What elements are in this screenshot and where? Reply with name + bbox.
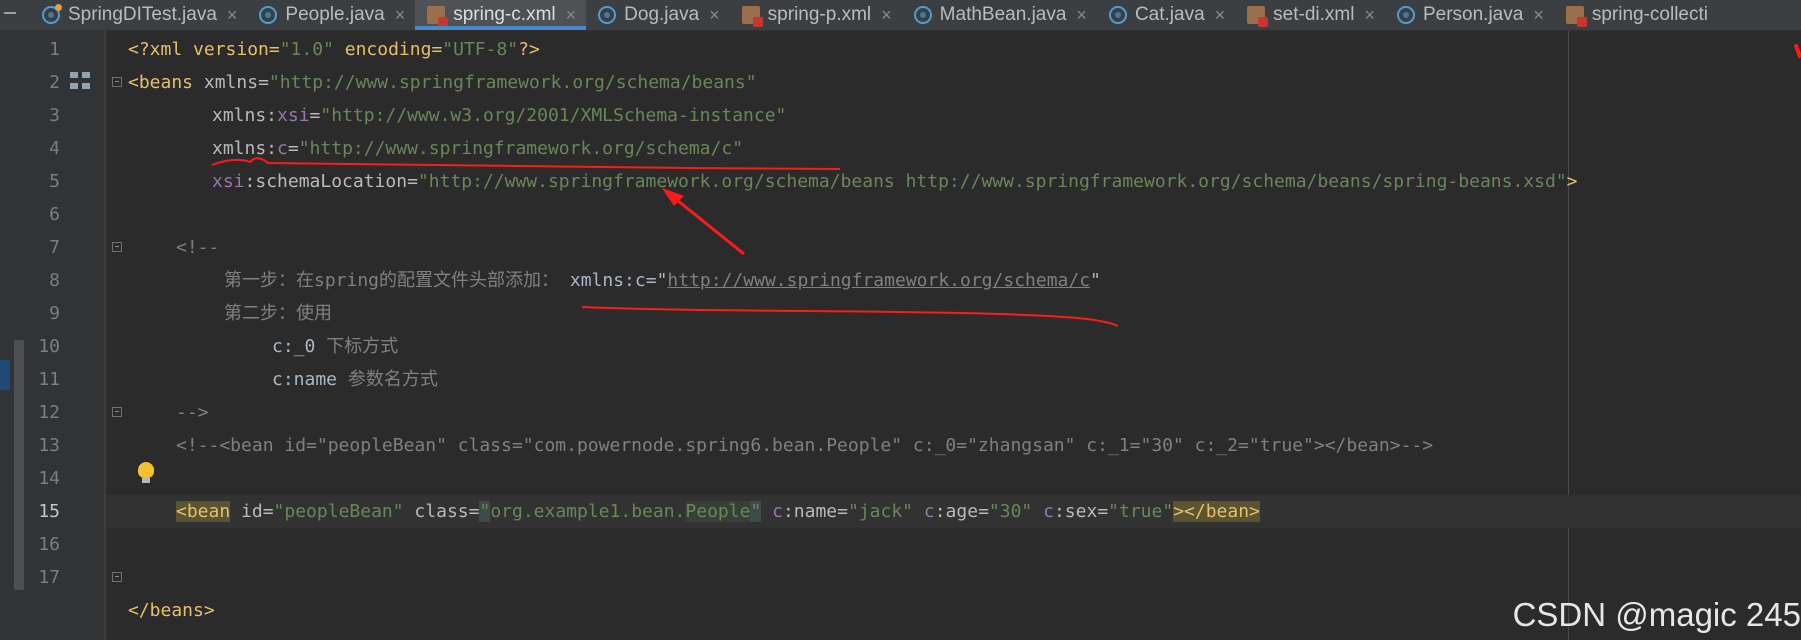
java-class-icon bbox=[913, 6, 932, 24]
code-line-3: xmlns:xsi="http://www.w3.org/2001/XMLSch… bbox=[212, 105, 787, 126]
line-number[interactable]: 13 bbox=[24, 429, 60, 462]
code-line-1: <?xml version="1.0" encoding="UTF-8"?> bbox=[128, 39, 540, 60]
tab-label: spring-collecti bbox=[1591, 4, 1708, 25]
tab-label: spring-p.xml bbox=[767, 4, 872, 25]
close-icon[interactable]: × bbox=[227, 5, 238, 26]
tab-set-di-xml[interactable]: set-di.xml × bbox=[1235, 0, 1385, 30]
line-number[interactable]: 8 bbox=[24, 264, 60, 297]
code-line-10: c:_0 下标方式 bbox=[272, 336, 399, 357]
line-number[interactable]: 14 bbox=[24, 462, 60, 495]
line-number[interactable]: 17 bbox=[24, 561, 60, 594]
tab-mathbean-java[interactable]: MathBean.java × bbox=[902, 0, 1097, 30]
close-icon[interactable]: × bbox=[1364, 5, 1375, 26]
editor-tab-bar: SpringDITest.java × People.java × spring… bbox=[0, 0, 1801, 31]
tab-cat-java[interactable]: Cat.java × bbox=[1097, 0, 1235, 30]
line-number[interactable]: 2 bbox=[24, 66, 60, 99]
watermark: CSDN @magic 245 bbox=[1512, 596, 1801, 633]
close-icon[interactable]: × bbox=[566, 5, 577, 26]
tab-label: Person.java bbox=[1422, 4, 1524, 25]
tab-label: Dog.java bbox=[624, 4, 700, 25]
close-icon[interactable]: × bbox=[881, 5, 892, 26]
code-line-5: xsi:schemaLocation="http://www.springfra… bbox=[212, 171, 1578, 192]
code-line-8: 第一步：在spring的配置文件头部添加： xmlns:c="http://ww… bbox=[224, 270, 1101, 291]
spring-xml-icon bbox=[741, 6, 763, 27]
java-class-icon bbox=[1396, 6, 1415, 24]
line-number[interactable]: 9 bbox=[24, 297, 60, 330]
spring-xml-icon bbox=[427, 6, 449, 27]
tab-springditest-java[interactable]: SpringDITest.java × bbox=[30, 0, 247, 30]
tab-label: set-di.xml bbox=[1273, 4, 1355, 25]
code-line-15-current: <bean id="peopleBean" class="org.example… bbox=[106, 495, 1801, 528]
spring-xml-icon bbox=[1565, 6, 1587, 27]
code-line-7: <!-- bbox=[176, 237, 220, 258]
close-icon[interactable]: × bbox=[1076, 5, 1087, 26]
code-line-4: xmlns:c="http://www.springframework.org/… bbox=[212, 138, 744, 159]
tab-spring-c-xml[interactable]: spring-c.xml × bbox=[415, 0, 587, 30]
tab-dog-java[interactable]: Dog.java × bbox=[586, 0, 730, 30]
close-icon[interactable]: × bbox=[1533, 5, 1544, 26]
java-class-icon bbox=[598, 6, 617, 24]
line-number[interactable]: 1 bbox=[24, 33, 60, 66]
tab-people-java[interactable]: People.java × bbox=[247, 0, 415, 30]
line-number[interactable]: 5 bbox=[24, 165, 60, 198]
tab-spring-p-xml[interactable]: spring-p.xml × bbox=[730, 0, 902, 30]
spring-bean-gutter-icon[interactable] bbox=[70, 70, 92, 92]
code-line-11: c:name 参数名方式 bbox=[272, 369, 438, 390]
tab-label: People.java bbox=[285, 4, 385, 25]
close-icon[interactable]: × bbox=[709, 5, 720, 26]
close-icon[interactable]: × bbox=[1215, 5, 1226, 26]
code-line-9: 第二步：使用 bbox=[224, 303, 332, 324]
line-number[interactable]: 16 bbox=[24, 528, 60, 561]
tab-label: MathBean.java bbox=[939, 4, 1067, 25]
code-editor[interactable]: <?xml version="1.0" encoding="UTF-8"?> <… bbox=[106, 31, 1801, 640]
java-class-icon bbox=[1108, 6, 1127, 24]
minus-icon bbox=[4, 12, 16, 14]
line-number[interactable]: 7 bbox=[24, 231, 60, 264]
line-number[interactable]: 11 bbox=[24, 363, 60, 396]
spring-xml-icon bbox=[1247, 6, 1269, 27]
line-number-current[interactable]: 15 bbox=[24, 495, 60, 528]
line-number[interactable]: 6 bbox=[24, 198, 60, 231]
tab-person-java[interactable]: Person.java × bbox=[1385, 0, 1554, 30]
line-number[interactable]: 3 bbox=[24, 99, 60, 132]
tab-label: spring-c.xml bbox=[453, 4, 556, 25]
code-line-2: <beans xmlns="http://www.springframework… bbox=[128, 72, 757, 93]
java-test-class-icon bbox=[42, 4, 62, 24]
line-number[interactable]: 10 bbox=[24, 330, 60, 363]
line-number[interactable]: 12 bbox=[24, 396, 60, 429]
tab-overflow-menu[interactable] bbox=[0, 0, 30, 30]
scrollbar-thumb[interactable] bbox=[14, 340, 24, 590]
tab-label: Cat.java bbox=[1134, 4, 1205, 25]
tab-spring-collection-xml[interactable]: spring-collecti bbox=[1554, 0, 1718, 30]
close-icon[interactable]: × bbox=[395, 5, 406, 26]
code-line-12: --> bbox=[176, 402, 209, 423]
scroll-position-marker bbox=[0, 360, 10, 390]
line-number[interactable]: 4 bbox=[24, 132, 60, 165]
java-class-icon bbox=[259, 6, 278, 24]
code-line-13: <!--<bean id="peopleBean" class="com.pow… bbox=[176, 435, 1434, 456]
tab-label: SpringDITest.java bbox=[68, 4, 217, 25]
